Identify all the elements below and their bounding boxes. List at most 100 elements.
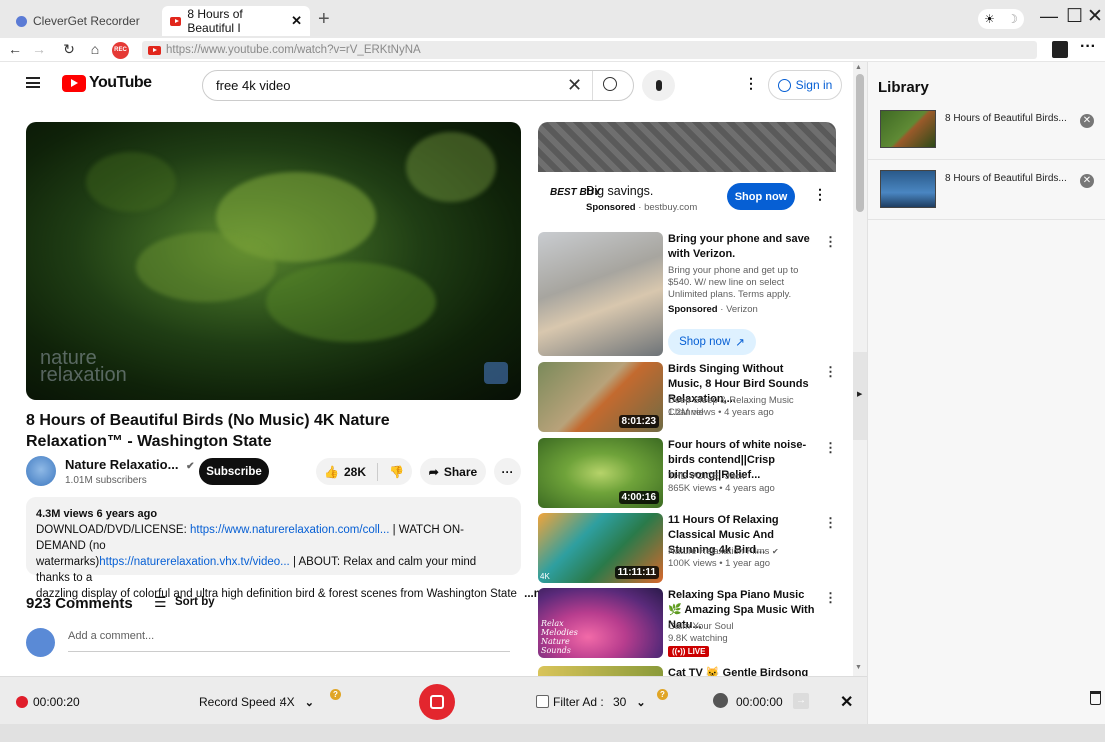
maximize-button[interactable]: ☐: [1066, 5, 1083, 28]
tab-youtube-video[interactable]: 8 Hours of Beautiful I ✕: [162, 6, 310, 36]
channel-name-text: Nature Relaxatio...: [65, 457, 179, 472]
vhx-link[interactable]: https://naturerelaxation.vhx.tv/video...: [99, 556, 290, 568]
panel-collapse-icon: ▶: [857, 391, 863, 398]
verizon-ad-item[interactable]: Bring your phone and save with Verizon. …: [538, 232, 838, 356]
panel-toggle[interactable]: ▶: [853, 352, 867, 440]
voice-search-button[interactable]: [642, 70, 675, 101]
ad-headline: Big savings.: [586, 184, 654, 198]
view-stats: 4.3M views 6 years ago: [36, 508, 158, 520]
back-arrow-icon[interactable]: ←: [6, 41, 24, 57]
remove-item-icon[interactable]: ✕: [1080, 114, 1094, 128]
settings-menu-icon[interactable]: ⋮: [744, 75, 758, 92]
timer-icon[interactable]: [713, 693, 728, 708]
page-scrollbar[interactable]: ▲ ▶ ▼: [853, 62, 867, 676]
close-recorder-button[interactable]: ✕: [840, 692, 853, 712]
youtube-favicon-icon: [148, 45, 161, 55]
description-box[interactable]: 4.3M views 6 years ago DOWNLOAD/DVD/LICE…: [26, 497, 562, 600]
comment-count: 923 Comments: [26, 595, 133, 612]
channel-avatar[interactable]: [26, 456, 56, 486]
sponsored-ad-card[interactable]: BEST BUY Big savings. Sponsored · bestbu…: [538, 122, 836, 224]
shop-now-button[interactable]: Shop now: [727, 183, 795, 210]
ad-more-icon[interactable]: ⋮: [813, 186, 827, 203]
forward-arrow-icon[interactable]: →: [30, 41, 48, 57]
video-thumbnail: 8:01:23: [538, 362, 663, 432]
share-icon: ➦: [428, 464, 439, 479]
library-item[interactable]: 8 Hours of Beautiful Birds... ✕: [868, 160, 1105, 220]
home-icon[interactable]: ⌂: [86, 41, 104, 57]
desc-text: DOWNLOAD/DVD/LICENSE:: [36, 524, 190, 536]
theme-toggle[interactable]: ☀ ☽: [978, 9, 1024, 29]
scroll-down-icon[interactable]: ▼: [855, 664, 862, 671]
video-watermark: nature relaxation: [40, 348, 127, 386]
record-speed-select[interactable]: 4X ⌄: [280, 692, 326, 712]
user-avatar-icon: [26, 628, 55, 657]
new-tab-button[interactable]: +: [318, 8, 330, 31]
subscribe-button[interactable]: Subscribe: [199, 458, 269, 485]
shop-now-label: Shop now: [679, 336, 731, 348]
recommended-video[interactable]: Relax Melodies Nature Sounds Relaxing Sp…: [538, 588, 838, 660]
speed-help-icon[interactable]: ?: [330, 689, 341, 700]
rec-more-icon[interactable]: ⋮: [824, 234, 837, 250]
clear-search-icon[interactable]: ✕: [567, 75, 582, 96]
shop-now-button[interactable]: Shop now ↗: [668, 329, 756, 355]
minimize-button[interactable]: —: [1040, 6, 1058, 27]
share-button[interactable]: ➦ Share: [420, 458, 486, 485]
scrollbar-thumb[interactable]: [856, 74, 864, 212]
rec-channel: Nature Relaxation Films ✔: [668, 546, 828, 558]
watermark-line-2: relaxation: [40, 364, 127, 386]
sign-in-button[interactable]: Sign in: [768, 70, 842, 100]
search-input[interactable]: free 4k video ✕: [202, 70, 634, 101]
more-actions-button[interactable]: ···: [494, 458, 521, 485]
reload-icon[interactable]: ↻: [60, 41, 78, 58]
rec-stats: 9.8K watching: [668, 633, 728, 644]
scroll-up-icon[interactable]: ▲: [855, 64, 862, 71]
thumbs-down-icon: 👎: [389, 464, 404, 479]
recommended-video[interactable]: 4:00:16 Four hours of white noise-birds …: [538, 438, 838, 510]
like-dislike-button[interactable]: 👍 28K 👎: [316, 458, 412, 485]
download-panel-icon[interactable]: [1052, 41, 1068, 58]
hamburger-menu-icon[interactable]: [26, 77, 40, 88]
rec-more-icon[interactable]: ⋮: [824, 590, 837, 606]
more-menu-icon[interactable]: ···: [1080, 38, 1096, 56]
account-icon: [777, 78, 791, 92]
sort-by-button[interactable]: Sort by: [175, 596, 215, 608]
filter-ad-select[interactable]: 30 ⌄: [613, 692, 655, 712]
channel-name[interactable]: Nature Relaxatio... ✔: [65, 457, 194, 472]
download-link[interactable]: https://www.naturerelaxation.com/coll...: [190, 524, 389, 536]
video-player[interactable]: nature relaxation: [26, 122, 521, 400]
rec-sponsor-line: Sponsored · Verizon: [668, 304, 758, 315]
rec-more-icon[interactable]: ⋮: [824, 515, 837, 531]
url-input[interactable]: https://www.youtube.com/watch?v=rV_ERKtN…: [142, 41, 1037, 59]
library-thumbnail: [880, 170, 936, 208]
rec-badge-icon[interactable]: REC: [112, 42, 129, 59]
recommended-video[interactable]: 8:01:23 Birds Singing Without Music, 8 H…: [538, 362, 838, 434]
elapsed-time: 00:00:20: [33, 695, 80, 709]
moon-icon: ☽: [1007, 12, 1018, 26]
timer-confirm-icon[interactable]: →: [793, 693, 809, 709]
share-label: Share: [443, 464, 478, 479]
trash-icon[interactable]: [1090, 691, 1101, 705]
rec-more-icon[interactable]: ⋮: [824, 440, 837, 456]
video-thumbnail: [538, 666, 663, 676]
youtube-header: YouTube free 4k video ✕ ⋮ Sign in: [0, 62, 853, 108]
search-icon[interactable]: [603, 77, 617, 91]
tab-close-icon[interactable]: ✕: [291, 13, 302, 29]
chevron-down-icon: ⌄: [304, 696, 314, 709]
desc-text: watermarks): [36, 556, 100, 568]
recommended-video[interactable]: 4K 11:11:11 11 Hours Of Relaxing Classic…: [538, 513, 838, 585]
stop-recording-button[interactable]: [419, 684, 455, 720]
comment-input[interactable]: Add a comment...: [68, 630, 510, 652]
youtube-logo[interactable]: YouTube: [62, 74, 152, 92]
filter-help-icon[interactable]: ?: [657, 689, 668, 700]
remove-item-icon[interactable]: ✕: [1080, 174, 1094, 188]
close-window-button[interactable]: ✕: [1087, 5, 1103, 28]
library-item[interactable]: 8 Hours of Beautiful Birds... ✕: [868, 100, 1105, 160]
sort-icon[interactable]: ☰: [154, 594, 167, 611]
tab-cleverget-recorder[interactable]: CleverGet Recorder: [8, 6, 158, 36]
ad-banner-image: [538, 122, 836, 172]
rec-more-icon[interactable]: ⋮: [824, 364, 837, 380]
rec-title: Bring your phone and save with Verizon.: [668, 233, 810, 260]
recommended-video[interactable]: Cat TV 🐱 Gentle Birdsong and: [538, 666, 838, 676]
filter-ad-checkbox[interactable]: [536, 695, 549, 708]
browser-tab-bar: CleverGet Recorder 8 Hours of Beautiful …: [0, 0, 1105, 38]
